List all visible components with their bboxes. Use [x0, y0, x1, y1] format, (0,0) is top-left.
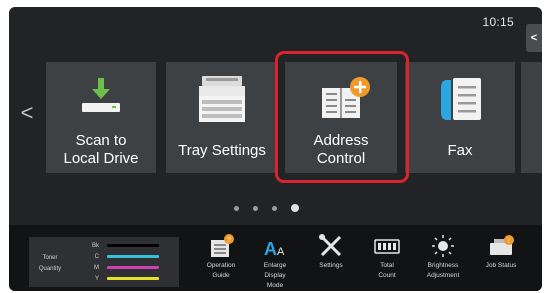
- fn-label-text: Job Status: [485, 262, 517, 269]
- svg-text:A: A: [277, 246, 285, 258]
- page-dot-active[interactable]: [291, 204, 299, 212]
- toner-row-bk: Bk: [91, 240, 175, 251]
- fn-label-text: Brightness Adjustment: [426, 262, 460, 279]
- job-status-label: Job Status: [486, 261, 517, 271]
- toner-bar-magenta: [107, 266, 159, 269]
- toner-quantity-label: Toner Quantity: [35, 253, 65, 275]
- fax-icon: [441, 78, 481, 120]
- settings-label: Settings: [319, 261, 343, 271]
- job-status-button[interactable]: ! Job Status: [473, 233, 529, 291]
- previous-page-arrow[interactable]: <: [19, 100, 35, 126]
- svg-text:?: ?: [227, 237, 231, 244]
- toner-quantity-panel[interactable]: Toner Quantity Bk C M Y: [29, 237, 179, 287]
- job-status-icon: !: [490, 235, 514, 255]
- toner-bar-black: [107, 244, 159, 247]
- operation-guide-button[interactable]: ? Operation Guide: [193, 233, 249, 291]
- toner-key: Bk: [91, 242, 99, 249]
- bottom-function-bar: Toner Quantity Bk C M Y ? Operation Guid…: [9, 225, 542, 291]
- tile-fax[interactable]: Fax: [405, 62, 515, 173]
- fn-label-text: Operation Guide: [206, 262, 236, 279]
- toner-label-line1: Toner: [42, 255, 58, 261]
- counter-icon: [374, 239, 400, 254]
- toner-row-y: Y: [91, 273, 175, 284]
- toner-row-m: M: [91, 262, 175, 273]
- fn-label-text: Total Count: [378, 262, 396, 279]
- brightness-adjustment-button[interactable]: Brightness Adjustment: [415, 233, 471, 291]
- enlarge-display-icon: A A: [264, 239, 285, 259]
- scan-to-drive-icon: [82, 78, 120, 112]
- enlarge-display-mode-button[interactable]: A A Enlarge Display Mode: [247, 233, 303, 291]
- toner-label-line2: Quantity: [38, 266, 62, 272]
- side-panel-tab[interactable]: <: [526, 24, 542, 52]
- touch-panel-screen: 10:15 < < Scan to Local Drive Tray Setti…: [9, 7, 542, 291]
- page-indicator: [234, 202, 324, 214]
- tile-partial-next[interactable]: [521, 62, 542, 173]
- tile-label-line1: Scan to: [75, 132, 127, 149]
- fn-label-text: Settings: [319, 262, 343, 269]
- toner-key: M: [94, 264, 99, 271]
- page-dot[interactable]: [272, 205, 277, 211]
- page-dot[interactable]: [253, 205, 258, 211]
- settings-button[interactable]: Settings: [303, 233, 359, 291]
- total-count-button[interactable]: Total Count: [359, 233, 415, 291]
- operation-guide-icon: ?: [211, 234, 234, 257]
- toner-key: C: [94, 253, 99, 260]
- clock: 10:15: [482, 15, 514, 29]
- tile-label-line2: Local Drive: [63, 150, 139, 167]
- tile-label: Tray Settings: [178, 142, 266, 159]
- toner-bar-cyan: [107, 255, 159, 258]
- toner-bar-yellow: [107, 277, 159, 280]
- operation-guide-label: Operation Guide: [207, 261, 236, 281]
- total-count-label: Total Count: [378, 261, 395, 281]
- settings-tools-icon: [319, 234, 342, 257]
- toner-row-c: C: [91, 251, 175, 262]
- svg-text:!: !: [508, 238, 510, 245]
- toner-key: Y: [94, 275, 99, 282]
- fn-label-text: Enlarge Display Mode: [263, 262, 287, 289]
- page-dot[interactable]: [234, 205, 239, 211]
- highlight-frame: [275, 51, 409, 183]
- enlarge-display-label: Enlarge Display Mode: [264, 261, 286, 291]
- tile-label: Fax: [447, 142, 473, 159]
- printer-tray-icon: [199, 76, 245, 122]
- brightness-adjustment-label: Brightness Adjustment: [427, 261, 460, 281]
- tile-tray-settings[interactable]: Tray Settings: [166, 62, 278, 173]
- brightness-icon: [432, 235, 454, 257]
- tile-scan-to-local-drive[interactable]: Scan to Local Drive: [46, 62, 156, 173]
- svg-text:A: A: [264, 239, 277, 259]
